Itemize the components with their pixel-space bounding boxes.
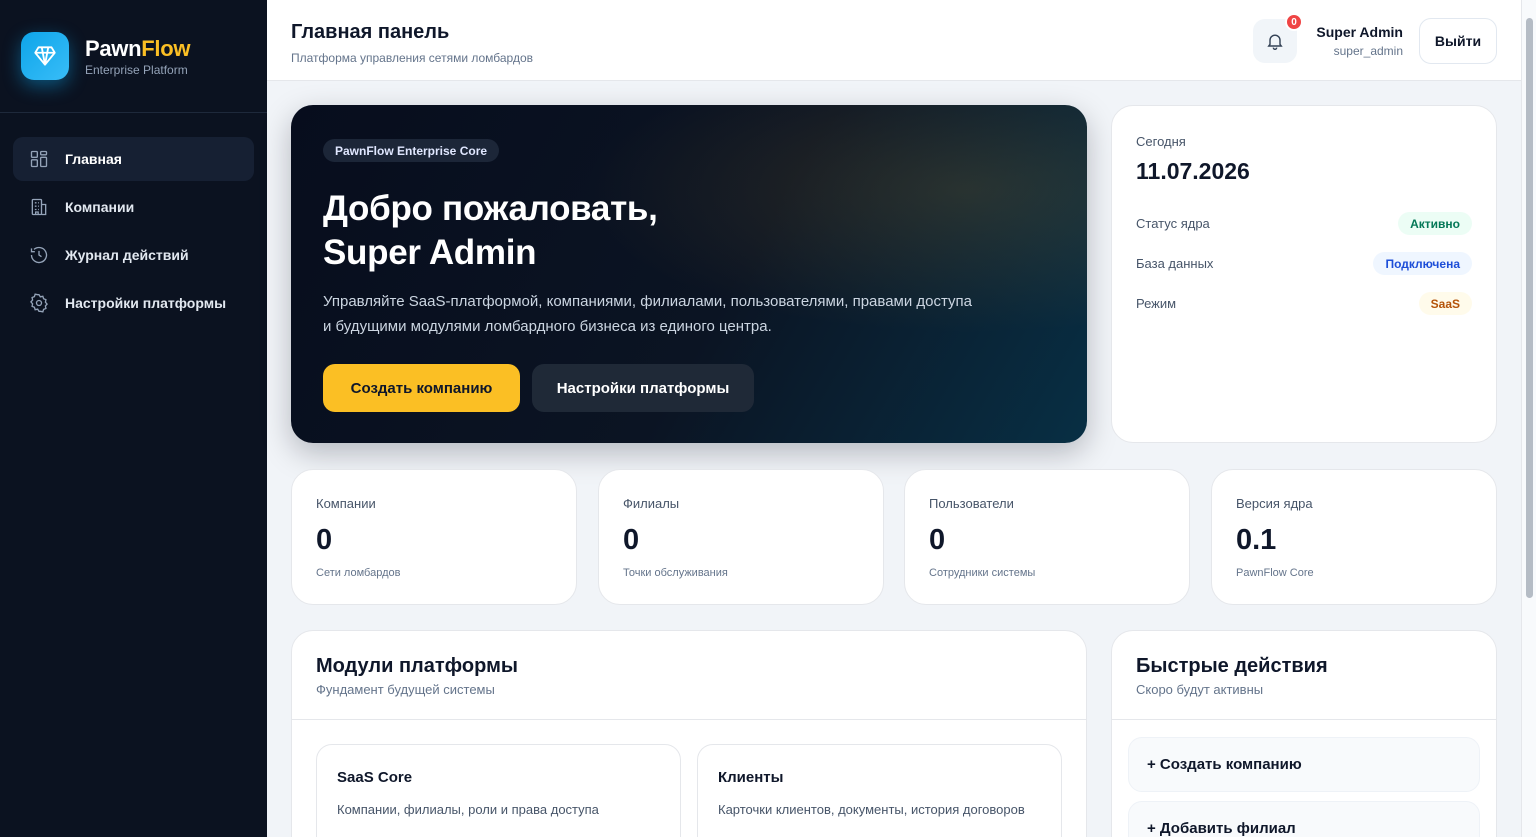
status-label: База данных [1136,256,1214,271]
quick-actions-card: Быстрые действия Скоро будут активны + С… [1111,630,1497,837]
stat-hint: PawnFlow Core [1236,567,1314,579]
hero-title: Добро пожаловать, Super Admin [323,189,658,272]
sidebar-item-label: Компании [65,199,135,215]
user-login: super_admin [1333,44,1403,58]
create-company-button[interactable]: Создать компанию [323,364,520,412]
status-badge: Подключена [1373,252,1472,275]
sidebar-nav: Главная Компании Журнал действий Настрой… [0,113,267,325]
section-title: Модули платформы [316,655,518,677]
section-title: Быстрые действия [1136,655,1328,677]
module-description: Компании, филиалы, роли и права доступа [337,802,599,817]
section-subtitle: Скоро будут активны [1136,682,1264,697]
sidebar-item-activity-log[interactable]: Журнал действий [13,233,254,277]
stat-hint: Сотрудники системы [929,567,1036,579]
platform-settings-button[interactable]: Настройки платформы [532,364,754,412]
module-card-clients[interactable]: Клиенты Карточки клиентов, документы, ис… [697,744,1062,837]
status-label: Статус ядра [1136,216,1210,231]
stat-hint: Сети ломбардов [316,567,401,579]
sidebar-item-label: Главная [65,151,122,167]
sidebar-item-home[interactable]: Главная [13,137,254,181]
module-title: SaaS Core [337,769,413,786]
scrollbar-thumb[interactable] [1526,18,1533,598]
today-date: 11.07.2026 [1136,158,1250,184]
top-header: Главная панель Платформа управления сетя… [267,0,1521,81]
gear-icon [30,293,48,313]
building-icon [31,198,47,216]
notification-count-badge: 0 [1285,13,1303,31]
sidebar-item-label: Журнал действий [65,247,189,263]
page-scrollbar[interactable] [1521,0,1536,837]
sidebar: PawnFlow Enterprise Platform Главная Ком… [0,0,267,837]
section-subtitle: Фундамент будущей системы [316,682,495,697]
stat-label: Компании [316,496,376,511]
today-card: Сегодня 11.07.2026 Статус ядра Активно Б… [1111,105,1497,443]
hero-chip: PawnFlow Enterprise Core [323,139,500,162]
status-badge: SaaS [1418,292,1472,315]
stat-value: 0 [929,524,946,556]
module-description: Карточки клиентов, документы, история до… [718,802,1025,817]
stat-value: 0 [623,524,640,556]
sidebar-item-platform-settings[interactable]: Настройки платформы [13,281,254,325]
stat-hint: Точки обслуживания [623,567,728,579]
stat-label: Пользователи [929,496,1014,511]
stat-card-core-version: Версия ядра 0.1 PawnFlow Core [1211,469,1497,605]
notifications-button[interactable]: 0 [1253,13,1303,63]
brand-subtitle: Enterprise Platform [85,62,188,77]
user-name: Super Admin [1316,24,1403,40]
sidebar-item-companies[interactable]: Компании [13,185,254,229]
status-row-mode: Режим SaaS [1136,292,1472,315]
divider [1112,719,1496,720]
welcome-hero: PawnFlow Enterprise Core Добро пожаловат… [291,105,1087,443]
status-row-database: База данных Подключена [1136,252,1472,275]
bell-icon [1267,34,1283,50]
stat-value: 0.1 [1236,524,1277,556]
page-title: Главная панель [291,21,450,43]
status-badge: Активно [1398,212,1472,235]
status-row-core: Статус ядра Активно [1136,212,1472,235]
module-card-saas-core[interactable]: SaaS Core Компании, филиалы, роли и прав… [316,744,681,837]
dashboard-grid-icon [30,150,48,168]
divider [292,719,1086,720]
quick-add-branch-button[interactable]: + Добавить филиал [1128,801,1480,837]
hero-description: Управляйте SaaS-платформой, компаниями, … [323,293,972,335]
stat-label: Версия ядра [1236,496,1313,511]
status-label: Режим [1136,296,1177,311]
page-subtitle: Платформа управления сетями ломбардов [291,51,533,65]
brand-name: PawnFlow [85,35,191,61]
quick-create-company-button[interactable]: + Создать компанию [1128,737,1480,792]
diamond-icon [21,32,69,80]
stat-card-users: Пользователи 0 Сотрудники системы [904,469,1190,605]
module-title: Клиенты [718,769,784,786]
brand: PawnFlow Enterprise Platform [0,0,267,113]
stat-value: 0 [316,524,333,556]
history-icon [30,246,48,264]
logout-button[interactable]: Выйти [1419,18,1497,64]
stat-card-companies: Компании 0 Сети ломбардов [291,469,577,605]
stat-label: Филиалы [623,496,680,511]
today-label: Сегодня [1136,134,1186,149]
stat-card-branches: Филиалы 0 Точки обслуживания [598,469,884,605]
platform-modules-card: Модули платформы Фундамент будущей систе… [291,630,1087,837]
sidebar-item-label: Настройки платформы [65,295,227,311]
